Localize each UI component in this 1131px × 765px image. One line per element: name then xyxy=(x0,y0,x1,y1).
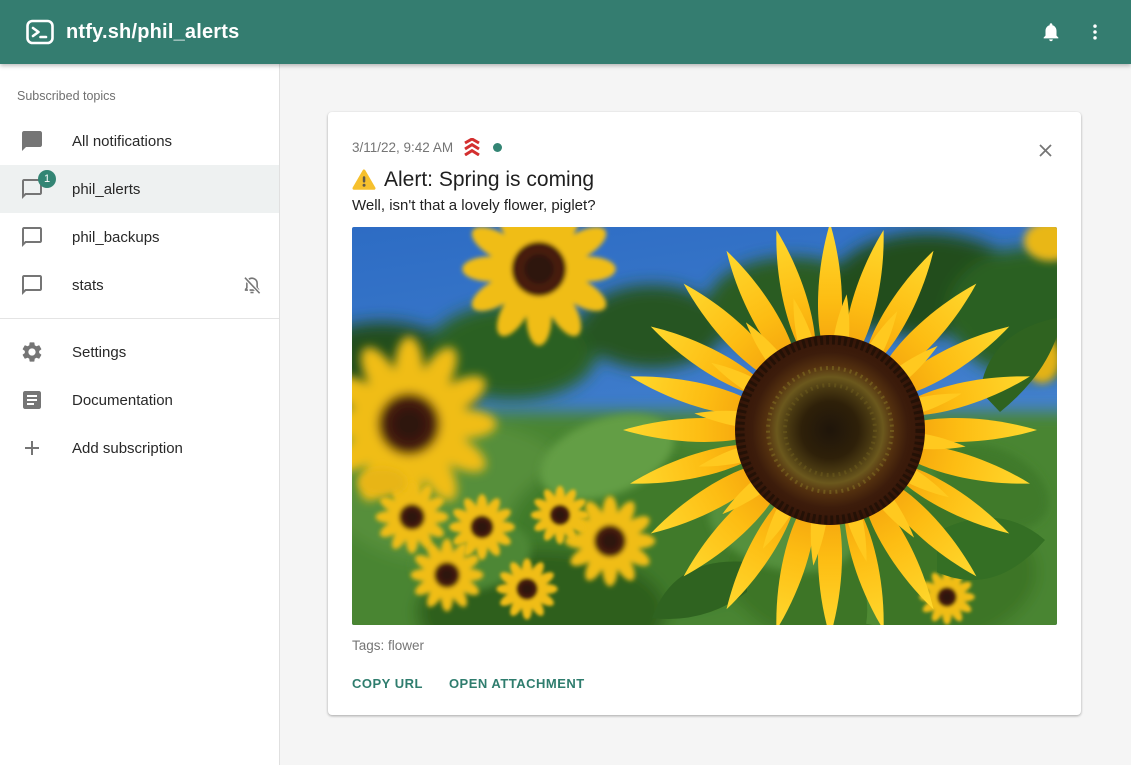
unread-dot xyxy=(493,143,502,152)
chat-bubble-filled-icon xyxy=(20,129,44,153)
sidebar-item-label: phil_backups xyxy=(72,229,160,246)
sidebar-item-phil-alerts[interactable]: 1 phil_alerts xyxy=(0,165,279,213)
sidebar: Subscribed topics All notifications 1 ph… xyxy=(0,64,280,765)
app-bar: ntfy.sh/phil_alerts xyxy=(0,0,1131,64)
copy-url-button[interactable]: COPY URL xyxy=(352,668,423,699)
sidebar-item-label: Add subscription xyxy=(72,440,183,457)
chat-bubble-outline-icon xyxy=(20,225,44,249)
timestamp: 3/11/22, 9:42 AM xyxy=(352,140,453,155)
sidebar-item-label: Documentation xyxy=(72,392,173,409)
sidebar-item-documentation[interactable]: Documentation xyxy=(0,376,279,424)
unread-count-badge: 1 xyxy=(38,170,56,188)
gear-icon xyxy=(20,340,44,364)
notification-card: 3/11/22, 9:42 AM Alert: Spring is coming xyxy=(328,112,1081,715)
warning-triangle-emoji xyxy=(352,169,376,191)
sidebar-item-add-subscription[interactable]: Add subscription xyxy=(0,424,279,472)
sidebar-item-label: All notifications xyxy=(72,133,172,150)
plus-icon xyxy=(20,436,44,460)
article-icon xyxy=(20,388,44,412)
attachment-image[interactable] xyxy=(352,227,1057,625)
bell-slash-icon xyxy=(241,274,263,296)
sidebar-item-stats[interactable]: stats xyxy=(0,261,279,309)
close-x-icon xyxy=(1035,140,1056,161)
sidebar-divider xyxy=(0,318,279,319)
main-content: 3/11/22, 9:42 AM Alert: Spring is coming xyxy=(281,64,1131,765)
priority-high-red-chevrons-icon xyxy=(461,138,483,156)
notification-body: Well, isn't that a lovely flower, piglet… xyxy=(352,197,1057,214)
close-notification-button[interactable] xyxy=(1031,136,1059,164)
terminal-logo-icon xyxy=(26,19,54,45)
app-title: ntfy.sh/phil_alerts xyxy=(66,21,239,44)
sidebar-item-label: Settings xyxy=(72,344,126,361)
notifications-bell-button[interactable] xyxy=(1029,10,1073,54)
sidebar-item-label: stats xyxy=(72,277,104,294)
notification-title-row: Alert: Spring is coming xyxy=(352,168,1057,192)
sidebar-item-label: phil_alerts xyxy=(72,181,140,198)
notification-actions: COPY URL OPEN ATTACHMENT xyxy=(352,668,1057,699)
sidebar-item-all-notifications[interactable]: All notifications xyxy=(0,117,279,165)
notification-tags: Tags: flower xyxy=(352,638,1057,653)
sidebar-item-phil-backups[interactable]: phil_backups xyxy=(0,213,279,261)
notification-meta: 3/11/22, 9:42 AM xyxy=(352,138,1057,156)
sidebar-item-settings[interactable]: Settings xyxy=(0,328,279,376)
notifications-bell-icon xyxy=(1040,21,1062,43)
kebab-menu-icon xyxy=(1085,22,1105,42)
subscribed-topics-label: Subscribed topics xyxy=(0,64,279,117)
chat-bubble-outline-icon: 1 xyxy=(20,177,44,201)
overflow-menu-button[interactable] xyxy=(1073,10,1117,54)
notification-title: Alert: Spring is coming xyxy=(384,168,594,192)
chat-bubble-outline-icon xyxy=(20,273,44,297)
open-attachment-button[interactable]: OPEN ATTACHMENT xyxy=(449,668,585,699)
